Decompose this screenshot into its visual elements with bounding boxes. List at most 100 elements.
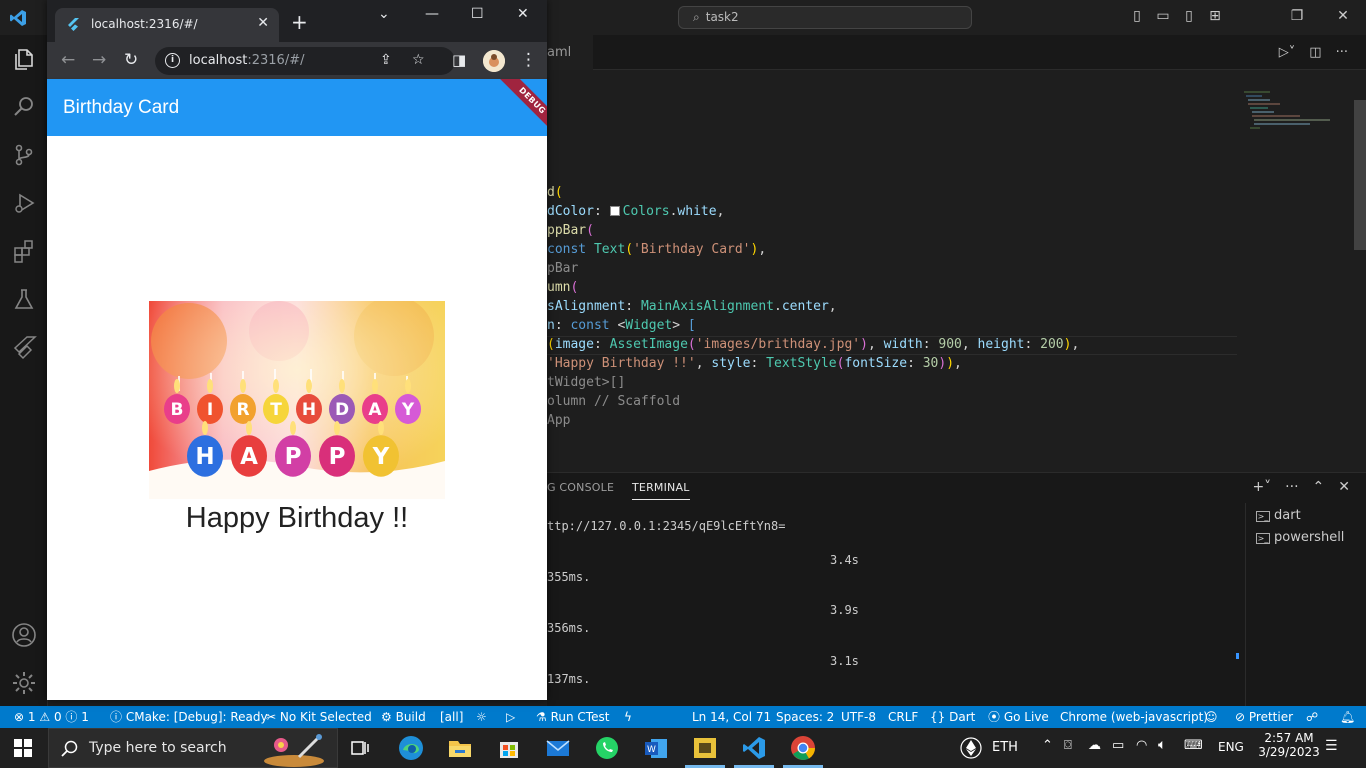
editor-actions: ▷˅ ◫ ···: [1265, 45, 1348, 60]
volume-icon[interactable]: 🔈︎: [1158, 737, 1166, 753]
close-tab-icon[interactable]: ✕: [257, 15, 269, 31]
toggle-panel-icon[interactable]: ▭: [1150, 8, 1176, 24]
happy-birthday-text: Happy Birthday !!: [185, 502, 409, 534]
command-center-search[interactable]: ⌕ task2: [678, 6, 972, 29]
url-text: localhost:2316/#/: [189, 53, 304, 68]
cursor-position[interactable]: Ln 14, Col 71: [692, 706, 771, 728]
input-language[interactable]: ENG: [1218, 740, 1244, 754]
go-live-button[interactable]: ⦿ Go Live: [988, 706, 1049, 728]
maximize-panel-icon[interactable]: ⌃: [1313, 479, 1325, 495]
ethereum-icon[interactable]: [960, 737, 982, 762]
battery-icon[interactable]: ▭: [1112, 738, 1124, 753]
indentation[interactable]: Spaces: 2: [776, 706, 834, 728]
profile-avatar[interactable]: [483, 50, 505, 72]
problems-status[interactable]: ⊗ 1 ⚠ 0 ⓘ 1: [14, 706, 89, 728]
close-icon[interactable]: ✕: [517, 6, 529, 22]
close-window-icon[interactable]: ✕: [1330, 8, 1356, 24]
windows-start-icon[interactable]: [14, 739, 32, 757]
end-of-line[interactable]: CRLF: [888, 706, 918, 728]
flutter-icon[interactable]: [10, 333, 38, 361]
tab-search-icon[interactable]: ⌄: [378, 6, 390, 22]
wifi-icon[interactable]: ◠: [1136, 738, 1147, 753]
launch-play-icon[interactable]: ▷: [506, 706, 515, 728]
show-hidden-icons-icon[interactable]: ⌃: [1042, 738, 1053, 753]
whatsapp-icon[interactable]: [593, 734, 621, 762]
keyboard-icon[interactable]: ⌨: [1184, 738, 1203, 753]
new-tab-icon[interactable]: +: [291, 12, 308, 32]
editor-scrollbar[interactable]: [1354, 100, 1366, 250]
build-button[interactable]: ⚙ Build: [381, 706, 426, 728]
explorer-icon[interactable]: [10, 45, 38, 73]
code-token: 'images/brithday.jpg': [695, 337, 861, 352]
app-bar-title: Birthday Card: [63, 97, 180, 118]
debug-bug-icon[interactable]: ☼: [476, 706, 487, 728]
flash-icon[interactable]: ϟ: [624, 706, 632, 728]
split-editor-icon[interactable]: ◫: [1309, 45, 1321, 60]
customize-layout-icon[interactable]: ⊞: [1202, 8, 1228, 24]
forward-arrow-icon[interactable]: →: [92, 50, 106, 70]
tab-debug-console[interactable]: G CONSOLE: [547, 481, 614, 494]
terminal-item-powershell[interactable]: >_ powershell: [1256, 530, 1344, 545]
code-token: ): [860, 337, 868, 352]
cmake-status[interactable]: ⓘ CMake: [Debug]: Ready: [110, 706, 268, 728]
taskbar-search[interactable]: Type here to search: [48, 728, 338, 768]
source-control-icon[interactable]: [10, 141, 38, 169]
microsoft-store-icon[interactable]: [495, 734, 523, 762]
restore-window-icon[interactable]: ❐: [1284, 8, 1310, 24]
word-icon[interactable]: W: [642, 734, 670, 762]
build-target[interactable]: [all]: [440, 706, 463, 728]
chrome-taskbar-icon[interactable]: [783, 734, 823, 768]
task-view-icon[interactable]: [346, 734, 374, 762]
code-line: umn(: [547, 278, 578, 297]
testing-icon[interactable]: [10, 285, 38, 313]
bookmark-star-icon[interactable]: ☆: [412, 52, 425, 68]
app-yellow-icon[interactable]: [685, 734, 725, 768]
copilot-icon[interactable]: ☺: [1205, 706, 1218, 728]
run-icon[interactable]: ▷˅: [1279, 45, 1296, 60]
editor-tab-yaml[interactable]: aml: [547, 35, 593, 70]
share-icon[interactable]: ⇪: [380, 52, 392, 68]
terminal-item-dart[interactable]: >_ dart: [1256, 508, 1301, 523]
browser-tab[interactable]: localhost:2316/#/ ✕: [55, 8, 279, 42]
more-icon[interactable]: ···: [1285, 479, 1298, 495]
flutter-device[interactable]: Chrome (web-javascript): [1060, 706, 1208, 728]
encoding[interactable]: UTF-8: [841, 706, 876, 728]
code-token: .: [774, 299, 782, 314]
chrome-menu-icon[interactable]: ⋮: [520, 50, 537, 70]
more-actions-icon[interactable]: ···: [1336, 45, 1348, 60]
extensions-icon[interactable]: [10, 237, 38, 265]
eol-label: CRLF: [888, 710, 919, 724]
side-panel-icon[interactable]: ◨: [452, 51, 466, 69]
accounts-icon[interactable]: [10, 621, 38, 649]
toggle-primary-sidebar-icon[interactable]: ▯: [1124, 8, 1150, 24]
run-debug-icon[interactable]: [10, 189, 38, 217]
vscode-taskbar-icon[interactable]: [734, 734, 774, 768]
onedrive-cloud-icon[interactable]: ☁: [1088, 738, 1101, 753]
search-icon[interactable]: [10, 93, 38, 121]
prettier-status[interactable]: ⊘ Prettier: [1235, 706, 1293, 728]
site-info-icon[interactable]: i: [165, 53, 180, 68]
ctest-button[interactable]: ⚗ Run CTest: [536, 706, 609, 728]
toggle-secondary-sidebar-icon[interactable]: ▯: [1176, 8, 1202, 24]
manage-gear-icon[interactable]: [10, 669, 38, 697]
edge-browser-icon[interactable]: [397, 734, 425, 762]
notifications-bell-icon[interactable]: 🔔︎: [1340, 706, 1355, 728]
maximize-icon[interactable]: ☐: [471, 6, 484, 22]
feedback-icon[interactable]: ☍: [1306, 706, 1318, 728]
new-terminal-icon[interactable]: +˅: [1252, 479, 1271, 495]
back-arrow-icon[interactable]: ←: [61, 50, 75, 70]
language-mode[interactable]: {} Dart: [930, 706, 975, 728]
candle-flame: [306, 379, 312, 393]
mail-icon[interactable]: [544, 734, 572, 762]
file-explorer-icon[interactable]: [446, 734, 474, 762]
address-bar[interactable]: i localhost:2316/#/ ⇪ ☆: [155, 47, 455, 75]
clock[interactable]: 2:57 AM 3/29/2023: [1258, 731, 1320, 759]
close-panel-icon[interactable]: ✕: [1338, 479, 1350, 495]
minimize-icon[interactable]: —: [425, 6, 439, 22]
notification-center-icon[interactable]: ☰: [1325, 738, 1338, 754]
code-token: (: [625, 242, 634, 257]
meet-now-icon[interactable]: ⌼: [1064, 738, 1072, 753]
tab-terminal[interactable]: TERMINAL: [632, 481, 690, 500]
kit-status[interactable]: ✂ No Kit Selected: [266, 706, 372, 728]
reload-icon[interactable]: ↻: [124, 50, 138, 70]
